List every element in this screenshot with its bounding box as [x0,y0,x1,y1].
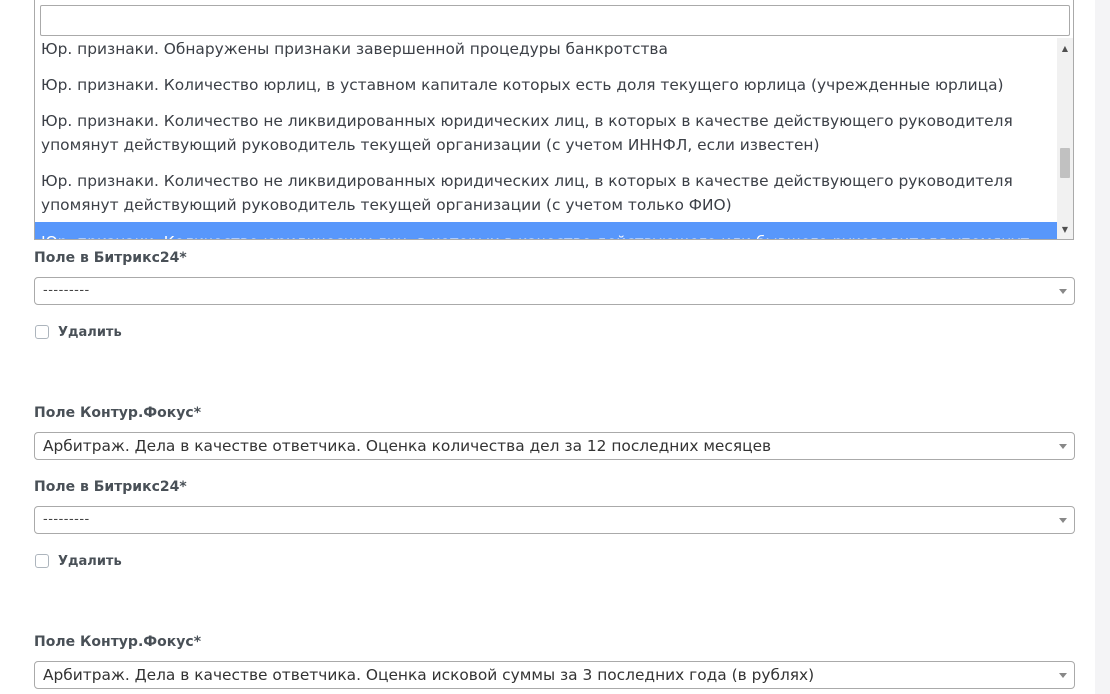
chevron-down-icon [1059,673,1067,678]
bitrix-field-select[interactable]: --------- [34,277,1075,305]
kontur-field-label: Поле Контур.Фокус* [34,405,202,421]
dropdown-scrollbar[interactable]: ▲ ▼ [1057,38,1073,239]
chevron-down-icon [1059,289,1067,294]
chevron-down-icon [1059,518,1067,523]
select-value: Арбитраж. Дела в качестве ответчика. Оце… [43,437,772,455]
kontur-field-label: Поле Контур.Фокус* [34,634,202,650]
form-panel: Юр. признаки. Обнаружены признаки заверш… [0,0,1095,694]
bitrix-field-label: Поле в Битрикс24* [34,250,187,266]
delete-label[interactable]: Удалить [58,325,122,340]
delete-label[interactable]: Удалить [58,554,122,569]
scroll-down-arrow-icon[interactable]: ▼ [1057,223,1073,237]
select-value: Арбитраж. Дела в качестве ответчика. Оце… [43,666,815,684]
scrollbar-thumb[interactable] [1060,148,1070,178]
kontur-field-select[interactable]: Арбитраж. Дела в качестве ответчика. Оце… [34,661,1075,689]
dropdown-options-list[interactable]: Юр. признаки. Обнаружены признаки заверш… [35,38,1059,239]
dropdown-option[interactable]: Юр. признаки. Количество не ликвидирован… [35,109,1059,157]
dropdown-option[interactable]: Юр. признаки. Количество юрлиц, в уставн… [35,73,1059,97]
select-value: --------- [43,512,90,527]
kontur-field-dropdown: Юр. признаки. Обнаружены признаки заверш… [34,0,1074,240]
dropdown-option-highlighted[interactable]: Юр. признаки. Количество юридических лиц… [35,222,1059,239]
bitrix-field-select[interactable]: --------- [34,506,1075,534]
chevron-down-icon [1059,444,1067,449]
select-value: --------- [43,283,90,298]
bitrix-field-label: Поле в Битрикс24* [34,479,187,495]
dropdown-option[interactable]: Юр. признаки. Количество не ликвидирован… [35,169,1059,217]
scroll-up-arrow-icon[interactable]: ▲ [1057,42,1073,56]
delete-checkbox[interactable] [35,325,49,339]
dropdown-option[interactable]: Юр. признаки. Обнаружены признаки заверш… [35,38,1059,61]
kontur-field-select[interactable]: Арбитраж. Дела в качестве ответчика. Оце… [34,432,1075,460]
dropdown-search-input[interactable] [40,5,1070,36]
delete-checkbox[interactable] [35,554,49,568]
